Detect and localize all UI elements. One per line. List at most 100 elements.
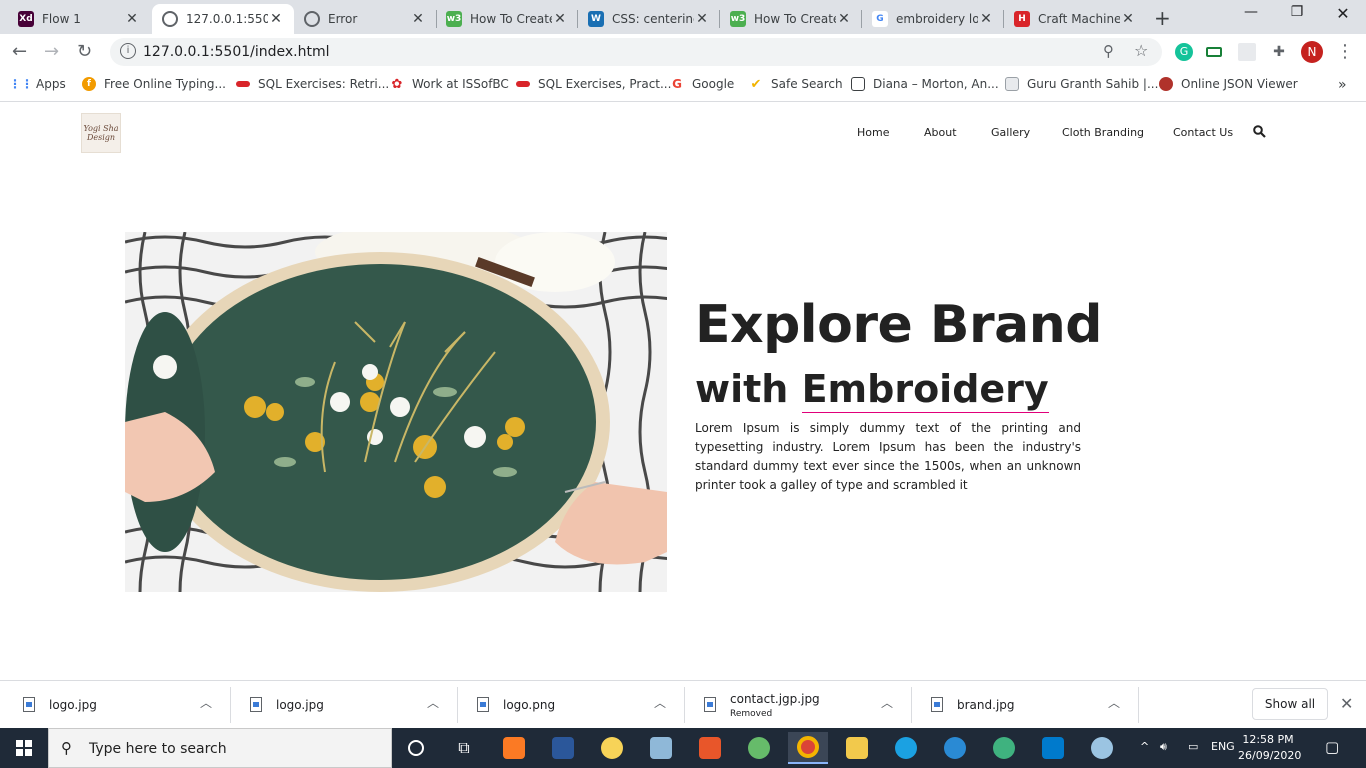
- sticky-app-icon[interactable]: [592, 732, 632, 764]
- restore-button[interactable]: ❐: [1274, 4, 1320, 20]
- page-icon: [1005, 77, 1019, 91]
- grammarly-icon[interactable]: G: [1175, 43, 1193, 61]
- tab-error[interactable]: Error ✕: [294, 4, 436, 34]
- chevron-up-icon[interactable]: ︿: [881, 694, 893, 711]
- word-icon[interactable]: [543, 732, 583, 764]
- chevron-up-icon[interactable]: ︿: [654, 694, 666, 711]
- address-bar[interactable]: i 127.0.0.1:5501/index.html ⚲ ☆: [110, 38, 1162, 66]
- close-icon[interactable]: ✕: [1340, 694, 1353, 713]
- extension-grid-icon[interactable]: [1238, 43, 1256, 61]
- taskbar-search-input[interactable]: ⚲ Type here to search: [48, 728, 392, 768]
- internet-explorer-icon[interactable]: [935, 732, 975, 764]
- site-info-icon[interactable]: i: [120, 43, 136, 59]
- tab-craft-machine[interactable]: H Craft Machine ✕: [1004, 4, 1146, 34]
- minimize-button[interactable]: —: [1228, 4, 1274, 20]
- office-app-icon[interactable]: [690, 732, 730, 764]
- nav-cloth-branding[interactable]: Cloth Branding: [1062, 126, 1144, 139]
- windows-start-icon[interactable]: [0, 728, 48, 768]
- chevron-up-icon[interactable]: ︿: [1108, 694, 1120, 711]
- nav-about[interactable]: About: [924, 126, 957, 139]
- notifications-icon[interactable]: ▢: [1325, 738, 1339, 756]
- bookmark-label: Diana – Morton, An...: [873, 77, 999, 91]
- bookmark-apps[interactable]: ⋮⋮ Apps: [9, 77, 66, 91]
- bookmarks-overflow-icon[interactable]: »: [1338, 77, 1347, 93]
- volume-icon[interactable]: 🔊︎: [1160, 740, 1167, 754]
- tab-flow-1[interactable]: Xd Flow 1 ✕: [8, 4, 150, 34]
- bookmark-guru-granth[interactable]: Guru Granth Sahib |...: [1005, 77, 1158, 91]
- adobe-xd-icon: Xd: [18, 11, 34, 27]
- zoom-icon[interactable]: ⚲: [1103, 42, 1114, 60]
- maps-icon[interactable]: [984, 732, 1024, 764]
- battery-icon[interactable]: ▭: [1188, 740, 1198, 753]
- tab-how-to-create-2[interactable]: w3 How To Create ✕: [720, 4, 862, 34]
- bookmark-json-viewer[interactable]: Online JSON Viewer: [1159, 77, 1298, 91]
- bookmark-label: Online JSON Viewer: [1181, 77, 1298, 91]
- chevron-up-icon[interactable]: ︿: [200, 694, 212, 711]
- download-item[interactable]: logo.jpg ︿: [227, 681, 454, 729]
- extensions-puzzle-icon[interactable]: ✚: [1270, 43, 1288, 61]
- typing-site-icon: f: [82, 77, 96, 91]
- bookmark-sql-retrieve[interactable]: SQL Exercises: Retri...: [236, 77, 389, 91]
- bookmark-safe-search[interactable]: ✔ Safe Search: [749, 77, 843, 92]
- bookmark-star-icon[interactable]: ☆: [1134, 41, 1148, 60]
- tray-chevron-icon[interactable]: ^: [1140, 740, 1149, 753]
- system-clock[interactable]: 12:58 PM 26/09/2020: [1238, 732, 1301, 764]
- tab-how-to-create-1[interactable]: w3 How To Create ✕: [436, 4, 578, 34]
- download-item[interactable]: logo.jpg ︿: [0, 681, 227, 729]
- url-text[interactable]: 127.0.0.1:5501/index.html: [143, 44, 330, 60]
- bookmark-typing[interactable]: f Free Online Typing...: [82, 77, 226, 91]
- tab-title: How To Create: [470, 12, 552, 26]
- search-icon[interactable]: [1253, 125, 1266, 138]
- language-indicator[interactable]: ENG: [1211, 740, 1235, 753]
- download-item[interactable]: contact.jgp.jpg Removed ︿: [681, 681, 908, 729]
- bookmark-google[interactable]: G Google: [670, 77, 734, 91]
- download-item[interactable]: logo.png ︿: [454, 681, 681, 729]
- download-item[interactable]: brand.jpg ︿: [908, 681, 1135, 729]
- bookmark-diana[interactable]: Diana – Morton, An...: [851, 77, 999, 91]
- craft-site-icon: H: [1014, 11, 1030, 27]
- new-tab-button[interactable]: +: [1154, 6, 1171, 30]
- close-icon[interactable]: ✕: [694, 11, 710, 27]
- xampp-icon[interactable]: [494, 732, 534, 764]
- tab-title: Error: [328, 12, 358, 26]
- hero-title-highlight: Embroidery: [801, 367, 1049, 413]
- tab-localhost[interactable]: 127.0.0.1:5501/ ✕: [152, 4, 294, 34]
- site-logo[interactable]: Yogi Sha Design: [81, 113, 121, 153]
- close-icon[interactable]: ✕: [1120, 11, 1136, 27]
- bookmark-sql-practice[interactable]: SQL Exercises, Pract...: [516, 77, 671, 91]
- forward-arrow-icon[interactable]: →: [44, 41, 59, 62]
- vscode-icon[interactable]: [1033, 732, 1073, 764]
- cortana-icon[interactable]: [396, 732, 436, 764]
- file-explorer-icon[interactable]: [837, 732, 877, 764]
- chevron-up-icon[interactable]: ︿: [427, 694, 439, 711]
- reload-icon[interactable]: ↻: [77, 41, 92, 62]
- bookmarks-bar: ⋮⋮ Apps f Free Online Typing... SQL Exer…: [0, 70, 1366, 102]
- atom-icon[interactable]: [739, 732, 779, 764]
- back-arrow-icon[interactable]: ←: [12, 41, 27, 62]
- close-icon[interactable]: ✕: [836, 11, 852, 27]
- close-icon[interactable]: ✕: [124, 11, 140, 27]
- extension-battery-icon[interactable]: [1206, 47, 1222, 57]
- tab-css-centering[interactable]: W CSS: centering ✕: [578, 4, 720, 34]
- close-icon[interactable]: ✕: [268, 11, 284, 27]
- paint-icon[interactable]: [1082, 732, 1122, 764]
- hero-description: Lorem Ipsum is simply dummy text of the …: [695, 421, 1081, 492]
- edge-icon[interactable]: [886, 732, 926, 764]
- menu-kebab-icon[interactable]: ⋮: [1336, 41, 1354, 62]
- tab-google-search[interactable]: G embroidery lo ✕: [862, 4, 1004, 34]
- tablet-app-icon[interactable]: [641, 732, 681, 764]
- profile-avatar[interactable]: N: [1301, 41, 1323, 63]
- show-all-button[interactable]: Show all: [1252, 688, 1328, 720]
- window-close-button[interactable]: ✕: [1320, 4, 1366, 23]
- nav-home[interactable]: Home: [857, 126, 889, 139]
- nav-gallery[interactable]: Gallery: [991, 126, 1030, 139]
- close-icon[interactable]: ✕: [410, 11, 426, 27]
- close-icon[interactable]: ✕: [552, 11, 568, 27]
- task-view-icon[interactable]: ⧉: [444, 732, 484, 764]
- bookmark-issofbc[interactable]: ✿ Work at ISSofBC: [390, 77, 509, 92]
- close-icon[interactable]: ✕: [978, 11, 994, 27]
- clock-time: 12:58 PM: [1242, 733, 1294, 746]
- hero-title-line1: Explore Brand: [695, 295, 1102, 355]
- chrome-icon[interactable]: [788, 732, 828, 764]
- nav-contact-us[interactable]: Contact Us: [1173, 126, 1233, 139]
